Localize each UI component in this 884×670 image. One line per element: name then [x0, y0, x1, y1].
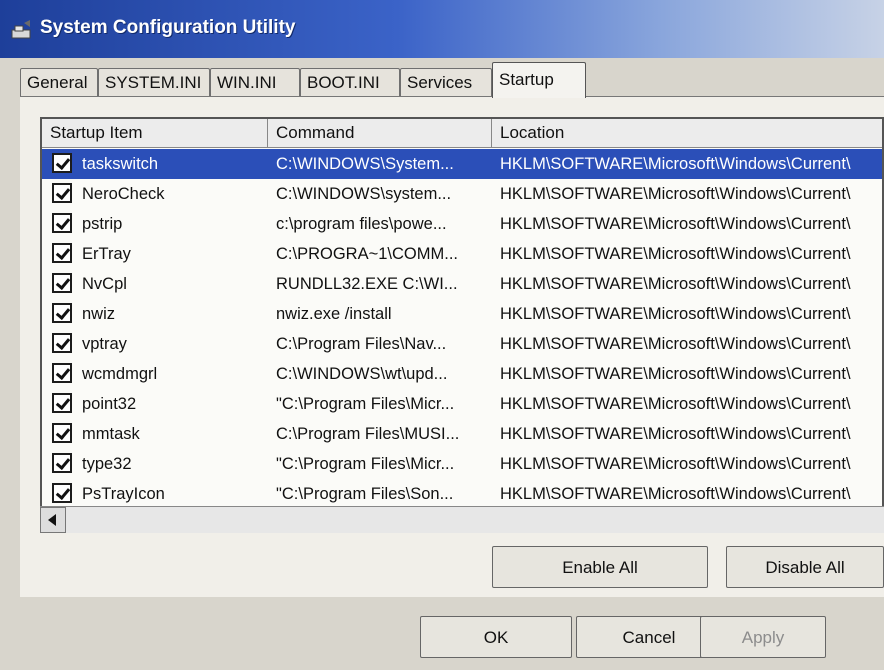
- startup-checkbox[interactable]: [52, 333, 72, 353]
- startup-location: HKLM\SOFTWARE\Microsoft\Windows\Current\: [500, 485, 851, 503]
- startup-checkbox[interactable]: [52, 183, 72, 203]
- table-row[interactable]: ErTray C:\PROGRA~1\COMM... HKLM\SOFTWARE…: [42, 239, 882, 269]
- enable-all-button[interactable]: Enable All: [492, 546, 708, 588]
- startup-location: HKLM\SOFTWARE\Microsoft\Windows\Current\: [500, 305, 851, 323]
- title-bar: System Configuration Utility: [0, 0, 884, 58]
- startup-command: C:\Program Files\Nav...: [276, 335, 447, 353]
- startup-checkbox[interactable]: [52, 483, 72, 503]
- startup-item-name: taskswitch: [82, 155, 159, 173]
- startup-location: HKLM\SOFTWARE\Microsoft\Windows\Current\: [500, 335, 851, 353]
- startup-location: HKLM\SOFTWARE\Microsoft\Windows\Current\: [500, 365, 851, 383]
- apply-button[interactable]: Apply: [700, 616, 826, 658]
- table-row[interactable]: point32 "C:\Program Files\Micr... HKLM\S…: [42, 389, 882, 419]
- list-header: Startup Item Command Location: [42, 119, 882, 148]
- tab-startup[interactable]: Startup: [492, 62, 586, 98]
- table-row[interactable]: type32 "C:\Program Files\Micr... HKLM\SO…: [42, 449, 882, 479]
- tab-services[interactable]: Services: [400, 68, 492, 96]
- startup-location: HKLM\SOFTWARE\Microsoft\Windows\Current\: [500, 455, 851, 473]
- system-configuration-window: System Configuration Utility General SYS…: [0, 0, 884, 670]
- tab-win-ini[interactable]: WIN.INI: [210, 68, 300, 96]
- tab-system-ini[interactable]: SYSTEM.INI: [98, 68, 210, 96]
- startup-command: C:\WINDOWS\System...: [276, 155, 454, 173]
- startup-item-name: pstrip: [82, 215, 123, 233]
- startup-checkbox[interactable]: [52, 423, 72, 443]
- startup-checkbox[interactable]: [52, 363, 72, 383]
- column-command[interactable]: Command: [268, 119, 492, 147]
- startup-command: RUNDLL32.EXE C:\WI...: [276, 275, 458, 293]
- table-row[interactable]: mmtask C:\Program Files\MUSI... HKLM\SOF…: [42, 419, 882, 449]
- table-row[interactable]: NeroCheck C:\WINDOWS\system... HKLM\SOFT…: [42, 179, 882, 209]
- startup-command: C:\Program Files\MUSI...: [276, 425, 460, 443]
- tab-boot-ini[interactable]: BOOT.INI: [300, 68, 400, 96]
- startup-checkbox[interactable]: [52, 243, 72, 263]
- startup-item-name: point32: [82, 395, 137, 413]
- startup-command: "C:\Program Files\Micr...: [276, 395, 455, 413]
- startup-checkbox[interactable]: [52, 453, 72, 473]
- startup-location: HKLM\SOFTWARE\Microsoft\Windows\Current\: [500, 395, 851, 413]
- startup-item-name: type32: [82, 455, 132, 473]
- horizontal-scrollbar[interactable]: [40, 506, 884, 533]
- startup-location: HKLM\SOFTWARE\Microsoft\Windows\Current\: [500, 425, 851, 443]
- startup-command: "C:\Program Files\Micr...: [276, 455, 455, 473]
- table-row[interactable]: NvCpl RUNDLL32.EXE C:\WI... HKLM\SOFTWAR…: [42, 269, 882, 299]
- startup-command: nwiz.exe /install: [276, 305, 392, 323]
- tab-general[interactable]: General: [20, 68, 98, 96]
- startup-checkbox[interactable]: [52, 393, 72, 413]
- column-location[interactable]: Location: [492, 119, 882, 147]
- startup-item-name: NvCpl: [82, 275, 127, 293]
- system-config-icon: [11, 20, 31, 39]
- ok-button[interactable]: OK: [420, 616, 572, 658]
- startup-item-name: NeroCheck: [82, 185, 165, 203]
- table-row[interactable]: nwiz nwiz.exe /install HKLM\SOFTWARE\Mic…: [42, 299, 882, 329]
- startup-item-name: vptray: [82, 335, 127, 353]
- disable-all-button[interactable]: Disable All: [726, 546, 884, 588]
- startup-list[interactable]: Startup Item Command Location taskswitch…: [40, 117, 884, 532]
- startup-item-name: ErTray: [82, 245, 131, 263]
- table-row[interactable]: taskswitch C:\WINDOWS\System... HKLM\SOF…: [42, 149, 882, 179]
- startup-checkbox[interactable]: [52, 273, 72, 293]
- startup-checkbox[interactable]: [52, 213, 72, 233]
- startup-command: C:\PROGRA~1\COMM...: [276, 245, 458, 263]
- startup-location: HKLM\SOFTWARE\Microsoft\Windows\Current\: [500, 245, 851, 263]
- table-row[interactable]: wcmdmgrl C:\WINDOWS\wt\upd... HKLM\SOFTW…: [42, 359, 882, 389]
- table-row[interactable]: PsTrayIcon "C:\Program Files\Son... HKLM…: [42, 479, 882, 509]
- column-startup-item[interactable]: Startup Item: [42, 119, 268, 147]
- startup-command: c:\program files\powe...: [276, 215, 447, 233]
- startup-location: HKLM\SOFTWARE\Microsoft\Windows\Current\: [500, 155, 851, 173]
- startup-command: "C:\Program Files\Son...: [276, 485, 454, 503]
- table-row[interactable]: pstrip c:\program files\powe... HKLM\SOF…: [42, 209, 882, 239]
- startup-command: C:\WINDOWS\wt\upd...: [276, 365, 448, 383]
- startup-command: C:\WINDOWS\system...: [276, 185, 452, 203]
- scroll-left-arrow-icon[interactable]: [40, 507, 66, 533]
- startup-checkbox[interactable]: [52, 303, 72, 323]
- startup-item-name: PsTrayIcon: [82, 485, 165, 503]
- startup-location: HKLM\SOFTWARE\Microsoft\Windows\Current\: [500, 275, 851, 293]
- table-row[interactable]: vptray C:\Program Files\Nav... HKLM\SOFT…: [42, 329, 882, 359]
- startup-location: HKLM\SOFTWARE\Microsoft\Windows\Current\: [500, 185, 851, 203]
- startup-checkbox[interactable]: [52, 153, 72, 173]
- startup-location: HKLM\SOFTWARE\Microsoft\Windows\Current\: [500, 215, 851, 233]
- window-title: System Configuration Utility: [40, 17, 296, 38]
- startup-item-name: nwiz: [82, 305, 116, 323]
- startup-item-name: wcmdmgrl: [82, 365, 158, 383]
- startup-item-name: mmtask: [82, 425, 140, 443]
